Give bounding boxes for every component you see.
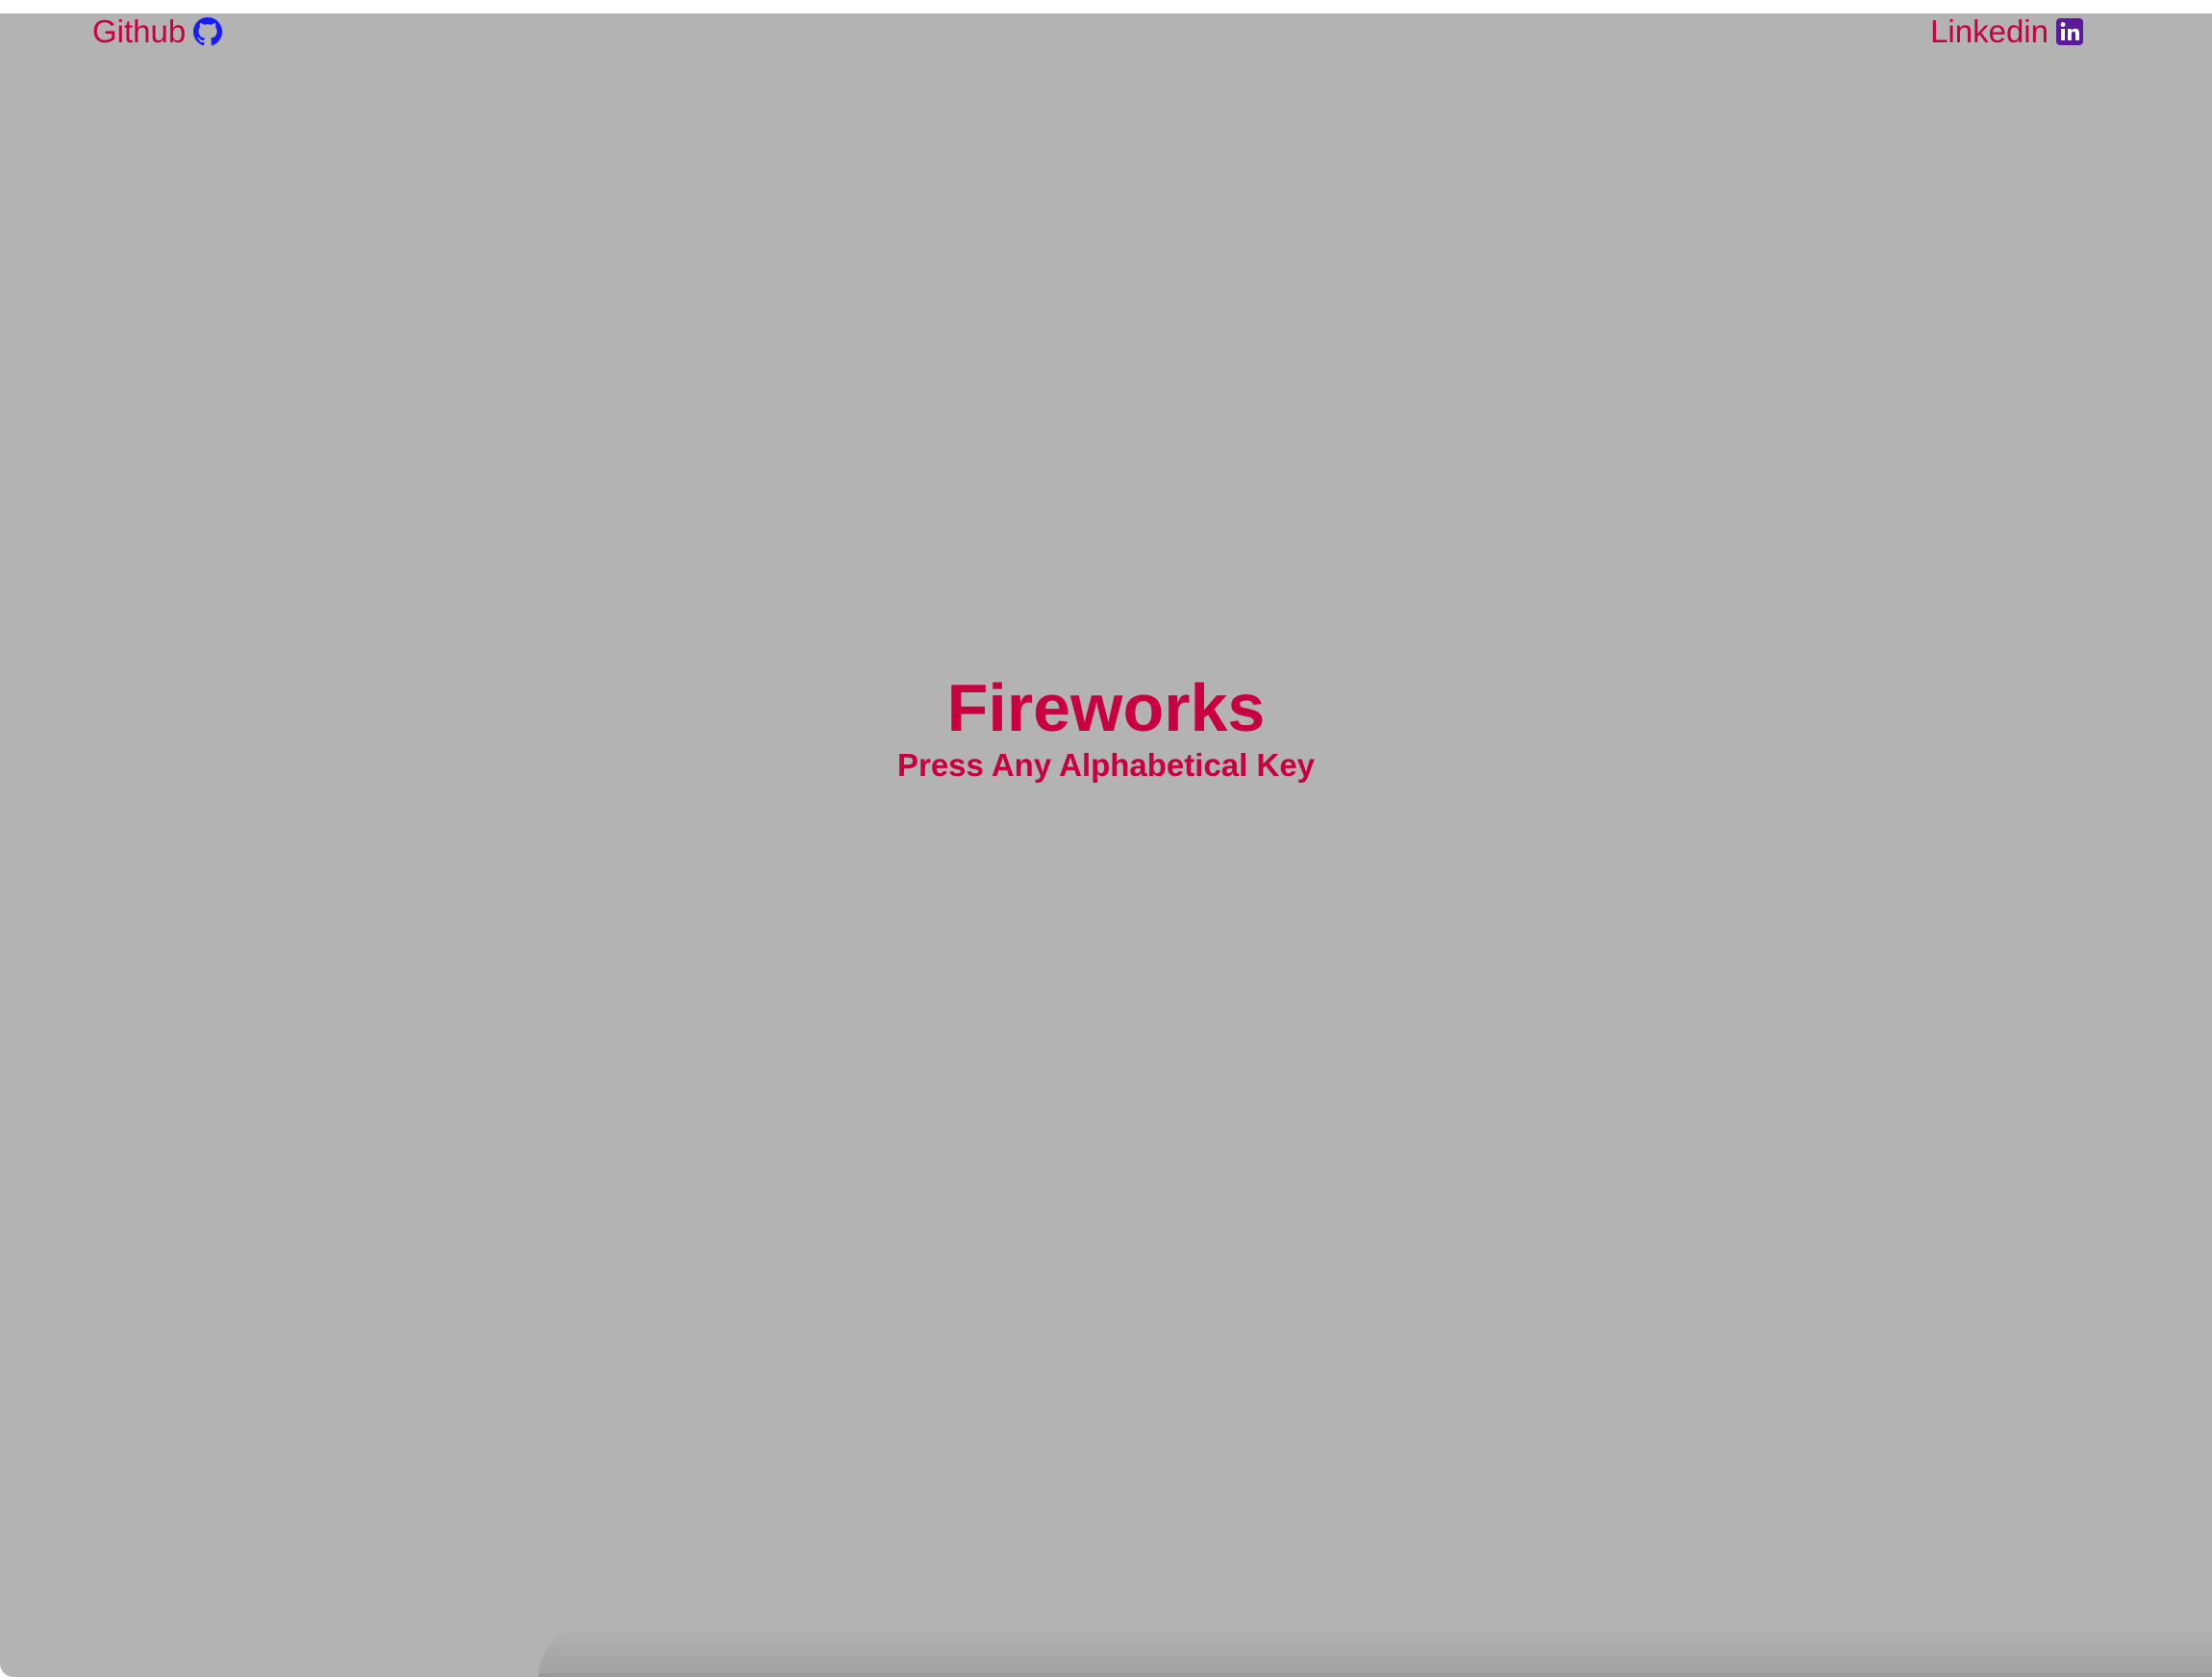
linkedin-link[interactable]: Linkedin — [1930, 13, 2083, 50]
page-canvas[interactable]: Github Linkedin Fireworks Press Any Alph… — [0, 13, 2212, 1677]
github-link[interactable]: Github — [92, 13, 223, 50]
github-label: Github — [92, 13, 187, 49]
github-icon — [193, 17, 223, 46]
linkedin-icon — [2056, 18, 2083, 45]
linkedin-label: Linkedin — [1930, 13, 2049, 49]
bottom-divider — [539, 1673, 2212, 1677]
bottom-shadow — [539, 1623, 2212, 1677]
page-title: Fireworks — [946, 670, 1266, 745]
instruction-text: Press Any Alphabetical Key — [896, 747, 1316, 783]
hero: Fireworks Press Any Alphabetical Key — [0, 671, 2212, 787]
